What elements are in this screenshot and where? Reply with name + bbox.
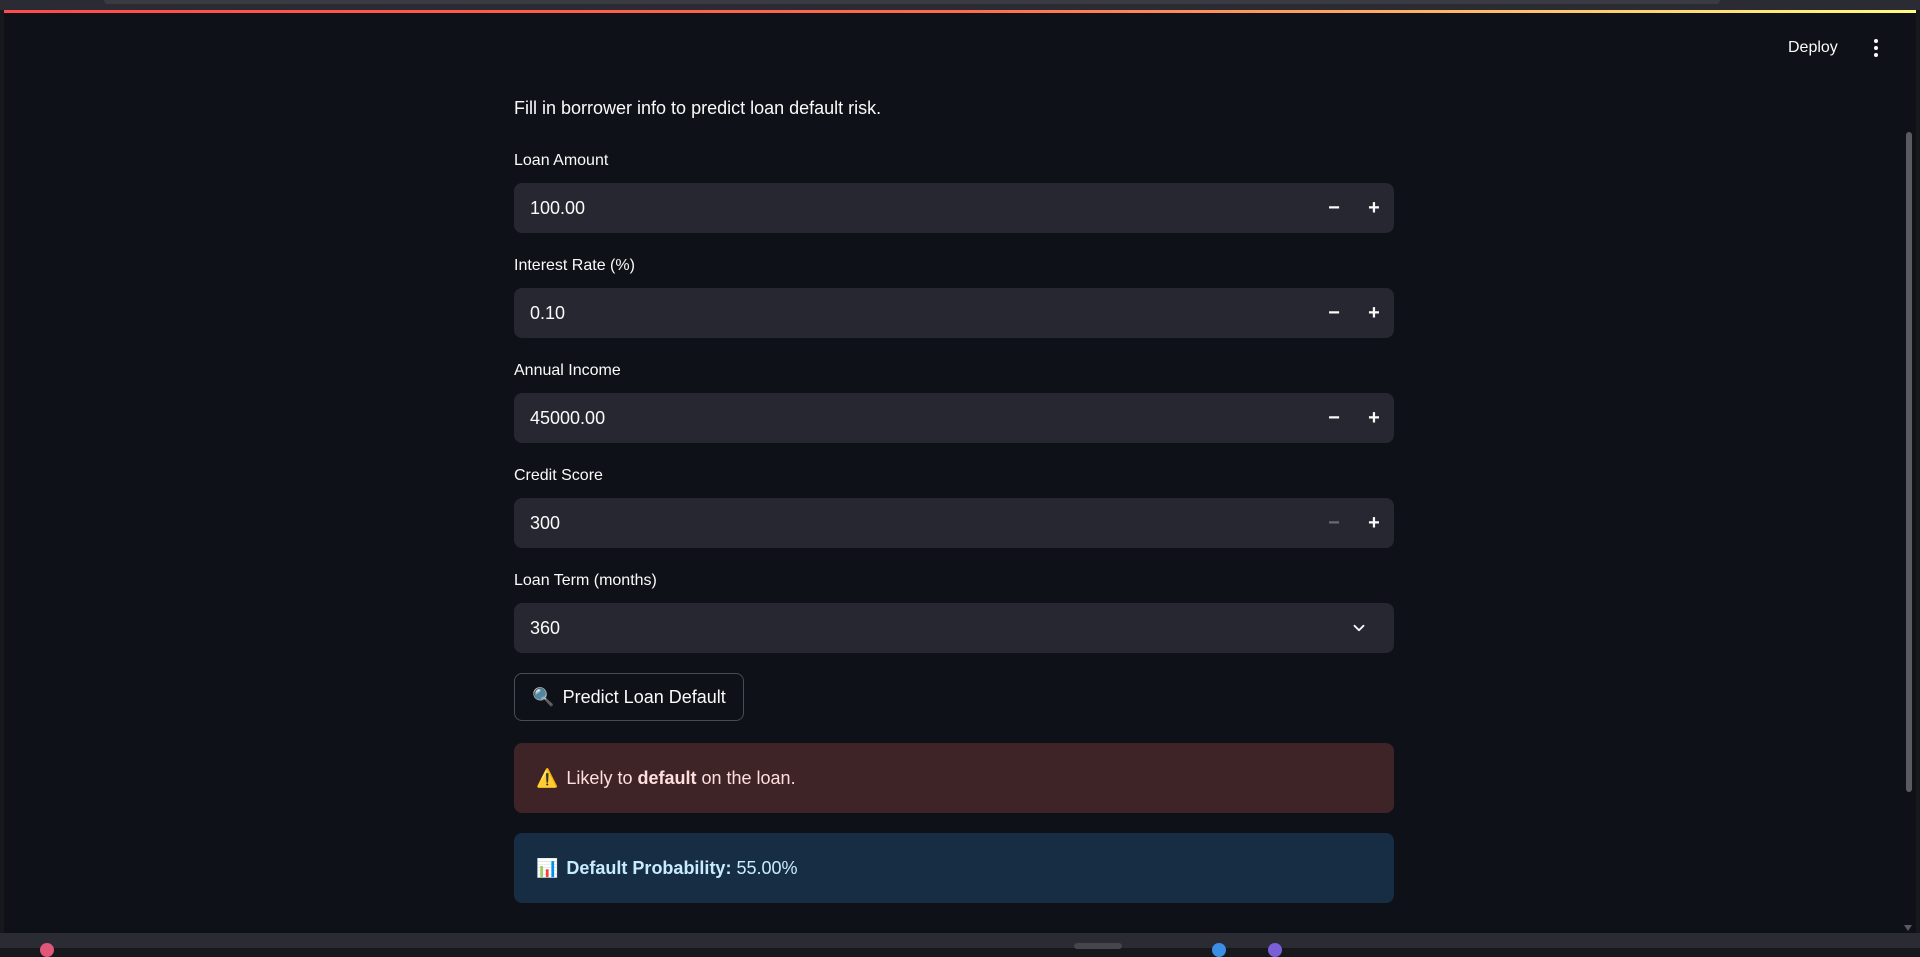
browser-address-bar[interactable]: [104, 0, 1720, 4]
annual-income-label: Annual Income: [514, 362, 621, 379]
alert-text-bold: default: [637, 767, 697, 788]
credit-score-input[interactable]: [530, 498, 1230, 548]
browser-chrome: [0, 0, 1920, 10]
annual-income-decrement-button[interactable]: −: [1314, 393, 1354, 443]
more-vertical-icon[interactable]: [1862, 34, 1890, 62]
default-probability-alert: 📊 Default Probability: 55.00%: [514, 833, 1394, 903]
loan-amount-field: − +: [514, 183, 1394, 233]
credit-score-field: − +: [514, 498, 1394, 548]
loan-term-select[interactable]: 360: [514, 603, 1394, 653]
taskbar-app-icon[interactable]: [40, 943, 54, 957]
probability-label: Default Probability:: [566, 857, 732, 878]
magnifying-glass-icon: 🔍: [532, 686, 555, 707]
credit-score-increment-button[interactable]: +: [1354, 498, 1394, 548]
default-warning-alert: ⚠️ Likely to default on the loan.: [514, 743, 1394, 813]
bar-chart-icon: 📊: [536, 857, 559, 878]
annual-income-field: − +: [514, 393, 1394, 443]
loan-amount-decrement-button[interactable]: −: [1314, 183, 1354, 233]
chevron-down-icon: [1353, 624, 1365, 632]
alert-text-suffix: on the loan.: [696, 767, 796, 788]
predict-loan-default-button[interactable]: 🔍 Predict Loan Default: [514, 673, 744, 721]
interest-rate-label: Interest Rate (%): [514, 257, 635, 274]
alert-text: Likely to default on the loan.: [566, 768, 795, 789]
scrollbar[interactable]: [1902, 10, 1916, 933]
deploy-button[interactable]: Deploy: [1780, 34, 1846, 62]
interest-rate-input[interactable]: [530, 288, 1230, 338]
annual-income-input[interactable]: [530, 393, 1230, 443]
loan-amount-label: Loan Amount: [514, 152, 609, 169]
intro-text: Fill in borrower info to predict loan de…: [514, 98, 882, 118]
taskbar-active-indicator: [1074, 943, 1122, 949]
header-decoration-bar: [4, 10, 1916, 13]
loan-term-selected-value: 360: [530, 618, 561, 638]
interest-rate-increment-button[interactable]: +: [1354, 288, 1394, 338]
streamlit-app: Deploy Fill in borrower info to predict …: [4, 10, 1916, 933]
interest-rate-field: − +: [514, 288, 1394, 338]
interest-rate-decrement-button[interactable]: −: [1314, 288, 1354, 338]
loan-amount-input[interactable]: [530, 183, 1230, 233]
taskbar-app-icon[interactable]: [1212, 943, 1226, 957]
credit-score-decrement-button[interactable]: −: [1314, 498, 1354, 548]
predict-button-label: Predict Loan Default: [562, 686, 726, 707]
probability-text: Default Probability: 55.00%: [566, 858, 797, 879]
loan-amount-increment-button[interactable]: +: [1354, 183, 1394, 233]
annual-income-increment-button[interactable]: +: [1354, 393, 1394, 443]
taskbar-app-icon[interactable]: [1268, 943, 1282, 957]
scroll-down-arrow-icon[interactable]: [1904, 925, 1912, 931]
probability-value: 55.00%: [731, 857, 798, 878]
loan-term-label: Loan Term (months): [514, 572, 657, 589]
os-taskbar: [0, 933, 1920, 957]
alert-text-prefix: Likely to: [566, 767, 638, 788]
scrollbar-thumb[interactable]: [1906, 132, 1912, 792]
warning-icon: ⚠️: [536, 767, 559, 788]
credit-score-label: Credit Score: [514, 467, 603, 484]
